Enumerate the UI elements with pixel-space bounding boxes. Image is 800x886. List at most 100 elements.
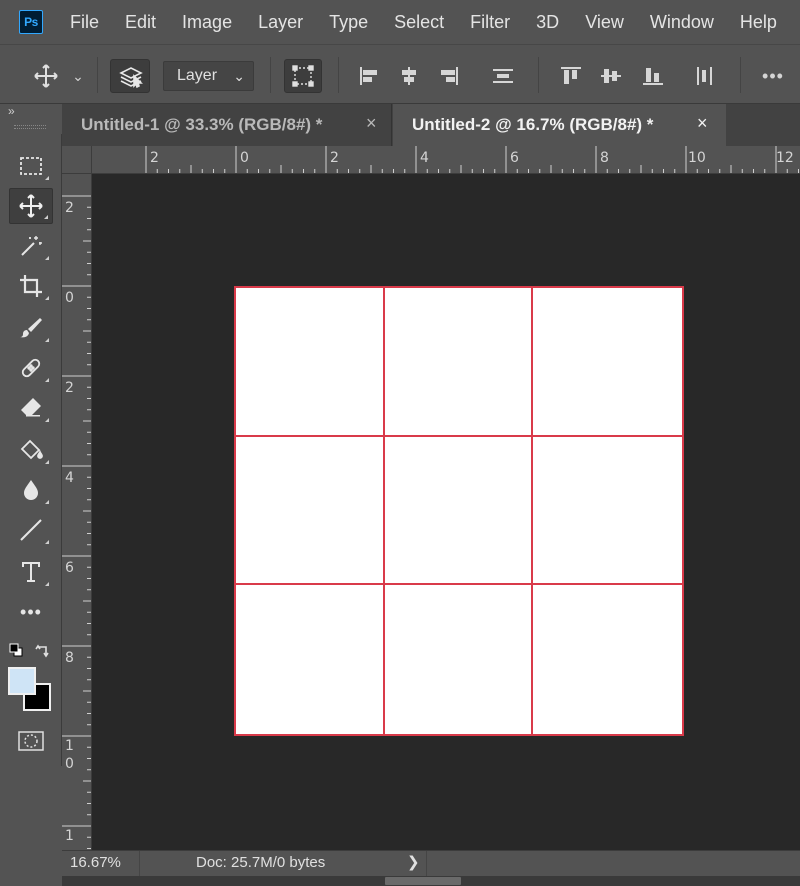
guide-horizontal[interactable] xyxy=(236,435,682,437)
menu-image[interactable]: Image xyxy=(169,0,245,44)
menu-3d[interactable]: 3D xyxy=(523,0,572,44)
menu-edit[interactable]: Edit xyxy=(112,0,169,44)
menu-window[interactable]: Window xyxy=(637,0,727,44)
horizontal-scrollbar[interactable] xyxy=(62,876,800,886)
options-bar: ⌄ Layer ⌄ ••• xyxy=(0,44,800,104)
tool-preset-chevron-down-icon[interactable]: ⌄ xyxy=(70,67,86,85)
options-divider xyxy=(270,57,271,93)
ruler-label: 8 xyxy=(65,650,74,666)
distribute-horizontal-icon[interactable] xyxy=(690,63,720,89)
guide-vertical[interactable] xyxy=(531,288,533,734)
bandage-icon xyxy=(21,358,41,378)
align-top-edges-icon[interactable] xyxy=(556,63,586,89)
distribute-vertical-icon[interactable] xyxy=(488,63,518,89)
move-tool[interactable] xyxy=(9,188,53,224)
tool-group-indicator xyxy=(45,256,49,260)
horizontal-ruler[interactable]: 2 0 2 4 6 8 10 12 xyxy=(92,146,800,174)
scrollbar-thumb[interactable] xyxy=(385,877,461,885)
ruler-label: 6 xyxy=(510,150,519,166)
tab-title: Untitled-2 @ 16.7% (RGB/8#) * xyxy=(412,115,654,134)
ruler-label: 8 xyxy=(600,150,609,166)
menu-help[interactable]: Help xyxy=(727,0,790,44)
crop-icon xyxy=(20,275,42,297)
move-icon xyxy=(19,194,43,218)
menu-select[interactable]: Select xyxy=(381,0,457,44)
magic-wand-tool[interactable] xyxy=(9,228,53,264)
close-icon[interactable]: × xyxy=(366,113,377,134)
type-icon xyxy=(22,562,40,582)
menu-file[interactable]: File xyxy=(57,0,112,44)
paint-bucket-tool[interactable] xyxy=(9,432,53,468)
menu-layer[interactable]: Layer xyxy=(245,0,316,44)
ruler-label: 2 xyxy=(330,150,339,166)
auto-select-target-dropdown[interactable]: Layer ⌄ xyxy=(163,61,254,91)
expand-panels-icon[interactable]: » xyxy=(8,104,15,118)
tool-group-indicator xyxy=(45,338,49,342)
status-menu-chevron-right-icon[interactable]: ❯ xyxy=(407,851,420,875)
ruler-label: 0 xyxy=(65,290,74,306)
options-divider xyxy=(338,57,339,93)
align-horizontal-centers-icon[interactable] xyxy=(394,63,424,89)
menu-type[interactable]: Type xyxy=(316,0,381,44)
document-canvas[interactable] xyxy=(234,286,684,736)
ruler-label: 4 xyxy=(420,150,429,166)
align-left-edges-icon[interactable] xyxy=(354,63,384,89)
more-options-icon[interactable]: ••• xyxy=(755,63,791,89)
tool-group-indicator xyxy=(45,176,49,180)
canvas-pasteboard[interactable] xyxy=(92,174,800,850)
healing-brush-tool[interactable] xyxy=(9,350,53,386)
marquee-icon xyxy=(20,157,42,175)
eraser-icon xyxy=(21,398,41,417)
tab-untitled-1[interactable]: Untitled-1 @ 33.3% (RGB/8#) * × xyxy=(62,104,392,146)
vertical-ruler[interactable]: 2 0 2 4 6 8 1 0 1 xyxy=(62,174,92,850)
toolbar-grip[interactable] xyxy=(14,125,46,129)
guide-vertical[interactable] xyxy=(383,288,385,734)
menu-filter[interactable]: Filter xyxy=(457,0,523,44)
zoom-level-field[interactable]: 16.67% xyxy=(62,851,140,876)
foreground-color-swatch[interactable] xyxy=(8,667,36,695)
photoshop-logo-icon[interactable]: Ps xyxy=(19,10,43,34)
transform-controls-icon xyxy=(289,62,317,90)
type-tool[interactable] xyxy=(9,554,53,590)
ruler-origin[interactable] xyxy=(62,146,92,174)
default-colors-icon[interactable] xyxy=(8,642,24,658)
tool-group-indicator xyxy=(45,418,49,422)
align-bottom-edges-icon[interactable] xyxy=(638,63,668,89)
swap-colors-icon[interactable] xyxy=(34,641,52,659)
guide-horizontal[interactable] xyxy=(236,583,682,585)
move-tool-preset-icon[interactable] xyxy=(30,61,62,91)
brush-icon xyxy=(20,318,42,338)
status-divider xyxy=(426,851,427,876)
edit-toolbar-more-icon[interactable]: ••• xyxy=(9,594,53,630)
show-transform-controls-toggle[interactable] xyxy=(284,59,322,93)
ruler-label: 6 xyxy=(65,560,74,576)
paint-bucket-icon xyxy=(20,439,43,460)
tab-untitled-2[interactable]: Untitled-2 @ 16.7% (RGB/8#) * × xyxy=(393,104,726,146)
crop-tool[interactable] xyxy=(9,268,53,304)
auto-select-target-value: Layer xyxy=(177,67,218,84)
document-info: Doc: 25.7M/0 bytes xyxy=(196,854,326,871)
ruler-label: 10 xyxy=(688,150,706,166)
eraser-tool[interactable] xyxy=(9,390,53,426)
menu-bar: Ps File Edit Image Layer Type Select Fil… xyxy=(0,0,800,44)
rectangular-marquee-tool[interactable] xyxy=(9,148,53,184)
toolbar-footer xyxy=(0,766,62,886)
ruler-label: 0 xyxy=(65,756,74,772)
line-tool[interactable] xyxy=(9,512,53,548)
layers-stack-icon xyxy=(117,63,145,91)
tool-group-indicator xyxy=(45,500,49,504)
quick-mask-icon[interactable] xyxy=(16,730,46,752)
auto-select-toggle[interactable] xyxy=(110,59,150,93)
document-tab-bar: Untitled-1 @ 33.3% (RGB/8#) * × Untitled… xyxy=(62,104,800,146)
tool-group-indicator xyxy=(45,582,49,586)
align-right-edges-icon[interactable] xyxy=(434,63,464,89)
blur-tool[interactable] xyxy=(9,472,53,508)
tool-group-indicator xyxy=(45,378,49,382)
tool-group-indicator xyxy=(44,215,48,219)
align-vertical-centers-icon[interactable] xyxy=(596,63,626,89)
close-icon[interactable]: × xyxy=(697,113,708,134)
brush-tool[interactable] xyxy=(9,310,53,346)
toolbar-header: » xyxy=(0,104,62,134)
menu-view[interactable]: View xyxy=(572,0,637,44)
ruler-label: 1 xyxy=(65,828,74,844)
